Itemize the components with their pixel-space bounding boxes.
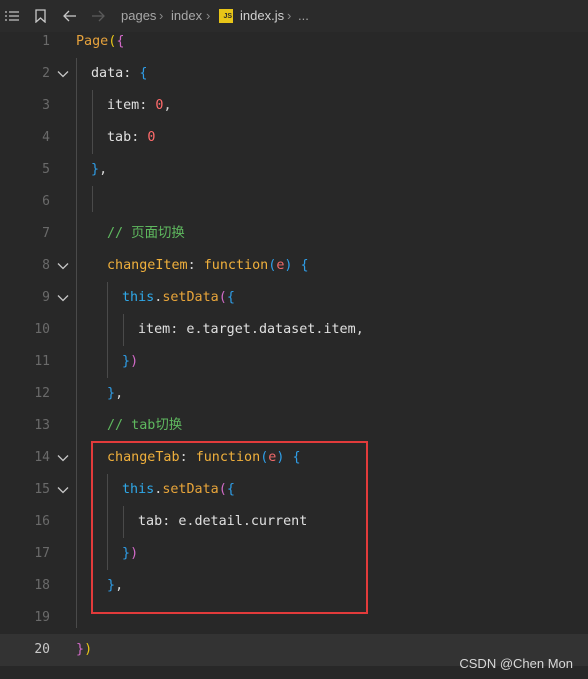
line-number: 5 <box>42 162 50 177</box>
code-token: dataset <box>258 322 316 337</box>
code-token: ) <box>84 642 93 657</box>
line-number: 13 <box>34 418 50 433</box>
fold-chevron-icon[interactable] <box>55 282 71 314</box>
code-token: : <box>170 322 187 337</box>
line-number: 2 <box>42 66 50 81</box>
code-token: : <box>187 258 204 273</box>
line-number: 8 <box>42 258 50 273</box>
code-token: : <box>123 66 140 81</box>
line-number: 9 <box>42 290 50 305</box>
code-line[interactable]: 2 data: { <box>0 58 588 90</box>
code-line[interactable]: 12}, <box>0 378 588 410</box>
fold-chevron-icon[interactable] <box>55 442 71 474</box>
line-number: 3 <box>42 98 50 113</box>
code-text: data: { <box>91 58 147 90</box>
code-token: target <box>202 322 251 337</box>
code-token: } <box>76 642 85 657</box>
code-token: ( <box>218 290 227 305</box>
line-number: 15 <box>34 482 50 497</box>
code-line[interactable]: 10 item: e.target.dataset.item, <box>0 314 588 346</box>
fold-chevron-icon[interactable] <box>55 58 71 90</box>
code-text: item: 0, <box>107 90 172 122</box>
line-number: 12 <box>34 386 50 401</box>
line-number: 19 <box>34 610 50 625</box>
fold-chevron-icon[interactable] <box>55 474 71 506</box>
code-token: Page <box>76 34 109 49</box>
code-token: changeItem <box>107 258 188 273</box>
code-token: { <box>139 66 148 81</box>
code-token: , <box>115 386 124 401</box>
code-token: // tab切换 <box>107 418 183 433</box>
fold-chevron-icon[interactable] <box>55 250 71 282</box>
code-token: , <box>355 322 364 337</box>
code-text: changeItem: function(e) { <box>107 250 309 282</box>
code-token: : <box>139 98 156 113</box>
line-number: 10 <box>34 322 50 337</box>
code-token: { <box>226 290 235 305</box>
code-line[interactable]: 11}) <box>0 346 588 378</box>
watermark: CSDN @Chen Mon <box>459 656 573 671</box>
code-token: } <box>91 162 100 177</box>
code-token: tab <box>107 130 132 145</box>
code-line[interactable]: 7 // 页面切换 <box>0 218 588 250</box>
line-number: 6 <box>42 194 50 209</box>
code-token: , <box>99 162 108 177</box>
code-token: } <box>107 386 116 401</box>
code-line[interactable]: 9 this.setData({ <box>0 282 588 314</box>
code-token: item <box>323 322 356 337</box>
annotation-highlight-box <box>91 441 368 614</box>
code-text: Page({ <box>76 26 124 58</box>
code-token: 0 <box>147 130 156 145</box>
code-text: item: e.target.dataset.item, <box>138 314 364 346</box>
line-number: 18 <box>34 578 50 593</box>
code-line[interactable]: 4 tab: 0 <box>0 122 588 154</box>
line-number: 1 <box>42 34 50 49</box>
code-line[interactable]: 3 item: 0, <box>0 90 588 122</box>
code-token: this <box>122 290 155 305</box>
code-token: ) <box>284 258 301 273</box>
code-token: // 页面切换 <box>107 226 185 241</box>
line-number: 17 <box>34 546 50 561</box>
code-token: { <box>300 258 309 273</box>
line-number: 7 <box>42 226 50 241</box>
code-token: item <box>107 98 140 113</box>
code-text: // 页面切换 <box>107 218 185 250</box>
code-token: . <box>250 322 259 337</box>
code-line[interactable]: 6 <box>0 186 588 218</box>
code-line[interactable]: 5}, <box>0 154 588 186</box>
code-token: ) <box>130 354 139 369</box>
code-token: , <box>163 98 172 113</box>
code-token: : <box>131 130 148 145</box>
code-line[interactable]: 8 changeItem: function(e) { <box>0 250 588 282</box>
code-token: function <box>203 258 269 273</box>
line-number: 16 <box>34 514 50 529</box>
line-number: 11 <box>34 354 50 369</box>
line-number: 4 <box>42 130 50 145</box>
code-text: }) <box>76 634 92 666</box>
code-text: }, <box>107 378 123 410</box>
code-line[interactable]: 1 Page({ <box>0 26 588 58</box>
code-token: item <box>138 322 171 337</box>
code-line[interactable]: 13 // tab切换 <box>0 410 588 442</box>
code-text: tab: 0 <box>107 122 155 154</box>
line-number: 14 <box>34 450 50 465</box>
line-number: 20 <box>34 642 50 657</box>
code-text: }, <box>91 154 107 186</box>
code-text: }) <box>122 346 138 378</box>
code-text: // tab切换 <box>107 410 182 442</box>
code-token: { <box>116 34 125 49</box>
code-token: data <box>91 66 124 81</box>
code-text: this.setData({ <box>122 282 235 314</box>
code-token: } <box>122 354 131 369</box>
js-file-icon: JS <box>219 9 233 23</box>
code-token: . <box>194 322 203 337</box>
code-token: setData <box>162 290 219 305</box>
